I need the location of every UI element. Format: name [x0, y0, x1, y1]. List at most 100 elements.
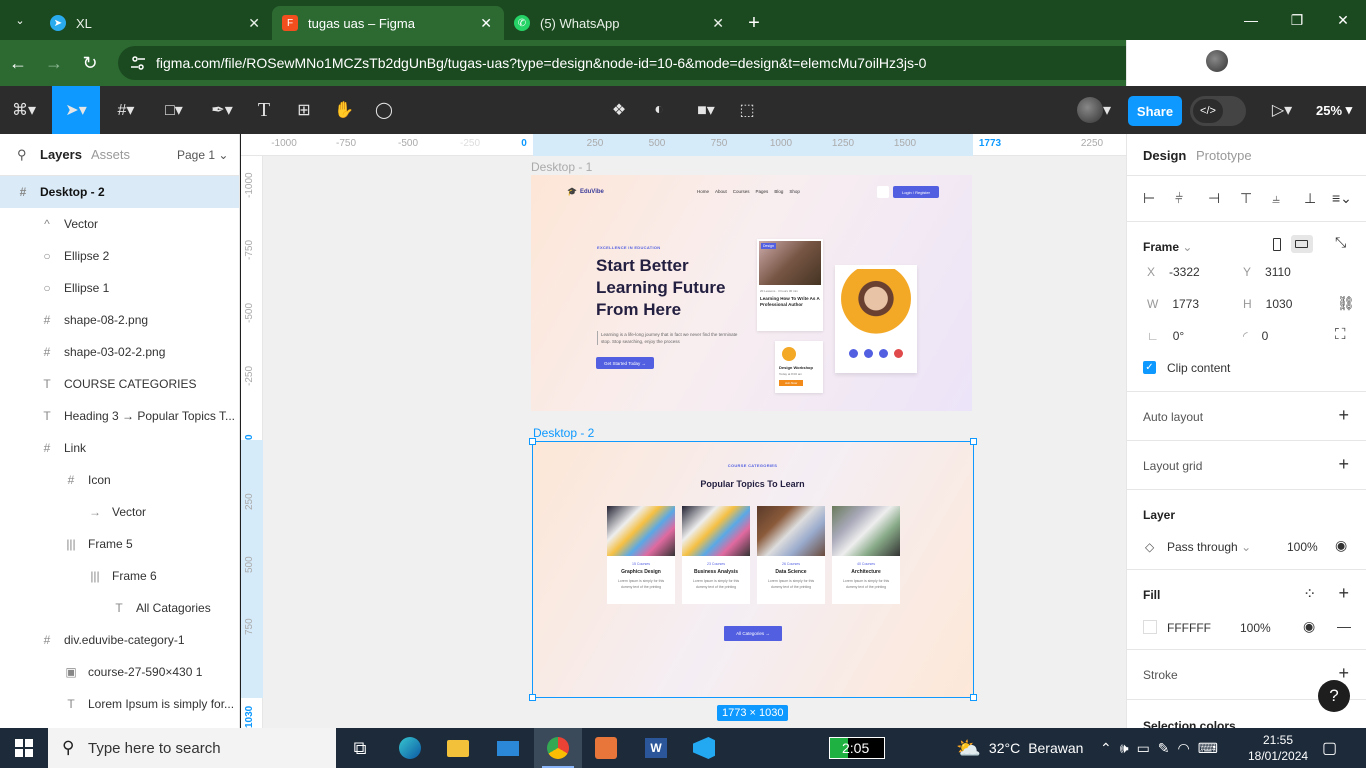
- align-bottom-icon[interactable]: ⊥: [1304, 190, 1316, 207]
- frame-desktop-1[interactable]: 🎓 EduVibe Home About Courses Pages Blog S…: [531, 175, 972, 411]
- layer-row[interactable]: ○ Ellipse 1: [0, 272, 239, 304]
- show-hidden-icons-icon[interactable]: ⌃: [1100, 740, 1112, 757]
- component-icon[interactable]: ❖: [604, 86, 634, 134]
- comment-tool-button[interactable]: ◯: [368, 86, 400, 134]
- weather-widget[interactable]: ⛅ 32°C Berawan: [956, 728, 1083, 768]
- browser-tab-figma[interactable]: F tugas uas – Figma ✕: [272, 6, 504, 40]
- layer-row[interactable]: # Icon: [0, 464, 239, 496]
- h-field[interactable]: H 1030: [1243, 297, 1292, 311]
- resize-handle[interactable]: [970, 694, 977, 701]
- back-icon[interactable]: ←: [0, 53, 36, 74]
- mail-icon[interactable]: [484, 728, 532, 768]
- tab-design[interactable]: Design: [1143, 148, 1186, 163]
- browser-tab-xl[interactable]: ➤ XL ✕: [40, 6, 272, 40]
- meet-icon[interactable]: ▭: [1137, 740, 1150, 757]
- layer-row[interactable]: # shape-08-2.png: [0, 304, 239, 336]
- menu-dots-icon[interactable]: ⋮: [1235, 53, 1271, 73]
- eye-icon[interactable]: ◉: [1335, 537, 1347, 554]
- mask-icon[interactable]: ◐: [644, 86, 674, 134]
- layer-opacity[interactable]: 100%: [1287, 540, 1318, 554]
- resize-to-fit-icon[interactable]: ⤡: [1335, 234, 1346, 251]
- resources-tool-button[interactable]: ⊞: [288, 86, 320, 134]
- align-middle-v-icon[interactable]: ⫨: [1272, 190, 1280, 207]
- frame-dropdown[interactable]: Frame ⌄: [1143, 240, 1192, 254]
- new-tab-button[interactable]: +: [736, 6, 772, 40]
- layer-row[interactable]: # Link: [0, 432, 239, 464]
- layer-row[interactable]: → Vector: [0, 496, 239, 528]
- clock[interactable]: 21:55 18/01/2024: [1248, 732, 1308, 764]
- close-window-icon[interactable]: ✕: [1320, 0, 1366, 40]
- shape-tool-button[interactable]: □▾: [152, 86, 196, 134]
- clip-content-checkbox[interactable]: ✓: [1143, 361, 1156, 374]
- crop-icon[interactable]: ⬚: [734, 86, 760, 134]
- resize-handle[interactable]: [529, 694, 536, 701]
- layer-row[interactable]: T Lorem Ipsum is simply for...: [0, 688, 239, 720]
- remove-fill-icon[interactable]: —: [1337, 618, 1351, 634]
- forward-icon[interactable]: →: [36, 53, 72, 74]
- tab-prototype[interactable]: Prototype: [1196, 148, 1252, 163]
- fill-swatch[interactable]: [1143, 620, 1157, 634]
- resize-handle[interactable]: [970, 438, 977, 445]
- word-icon[interactable]: W: [632, 728, 680, 768]
- boolean-icon[interactable]: ■▾: [686, 86, 726, 134]
- distribute-icon[interactable]: ≡⌄: [1332, 190, 1352, 207]
- file-explorer-icon[interactable]: [434, 728, 482, 768]
- fill-visibility-icon[interactable]: ◉: [1303, 618, 1315, 635]
- task-view-icon[interactable]: ⧉: [336, 728, 384, 768]
- align-top-icon[interactable]: ⊤: [1240, 190, 1252, 207]
- layer-row[interactable]: T Heading 3 → Popular Topics T...: [0, 400, 239, 432]
- volume-icon[interactable]: 🕪: [1120, 740, 1129, 757]
- pen-icon[interactable]: ✎: [1158, 740, 1170, 757]
- landscape-icon[interactable]: [1291, 235, 1313, 253]
- add-layout-grid-icon[interactable]: +: [1338, 454, 1349, 475]
- constrain-proportions-icon[interactable]: ⛓: [1337, 295, 1355, 312]
- dev-mode-toggle[interactable]: </>: [1190, 96, 1246, 126]
- taskbar-search[interactable]: ⚲ Type here to search: [48, 728, 336, 768]
- chrome-icon[interactable]: [534, 728, 582, 768]
- w-field[interactable]: W 1773: [1147, 297, 1199, 311]
- add-auto-layout-icon[interactable]: +: [1338, 405, 1349, 426]
- layer-row[interactable]: ||| Frame 5: [0, 528, 239, 560]
- layer-row[interactable]: # shape-03-02-2.png: [0, 336, 239, 368]
- vscode-icon[interactable]: [680, 728, 728, 768]
- design-canvas[interactable]: Desktop - 1 🎓 EduVibe Home About Courses …: [263, 156, 1126, 728]
- fill-opacity[interactable]: 100%: [1240, 621, 1271, 635]
- notification-icon[interactable]: ▢: [1322, 738, 1337, 758]
- corner-radius-field[interactable]: ◜ 0: [1243, 329, 1268, 343]
- text-tool-button[interactable]: T: [248, 86, 280, 134]
- layer-row[interactable]: # div.eduvibe-category-1: [0, 624, 239, 656]
- pen-tool-button[interactable]: ✒▾: [200, 86, 244, 134]
- layer-row[interactable]: ○ Ellipse 2: [0, 240, 239, 272]
- app-icon[interactable]: [582, 728, 630, 768]
- restore-icon[interactable]: ❐: [1274, 0, 1320, 40]
- tab-assets[interactable]: Assets: [91, 147, 130, 162]
- present-button[interactable]: ▷▾: [1262, 86, 1302, 134]
- close-icon[interactable]: ✕: [248, 15, 260, 32]
- battery-widget[interactable]: 2:05: [829, 737, 885, 759]
- rotation-field[interactable]: ∟ 0°: [1147, 329, 1184, 343]
- extensions-icon[interactable]: ⧉: [1127, 54, 1163, 72]
- sidebar-icon[interactable]: ▣: [1163, 53, 1199, 73]
- close-icon[interactable]: ✕: [480, 15, 492, 32]
- wifi-icon[interactable]: ◠: [1178, 740, 1190, 757]
- page-selector[interactable]: Page 1 ⌄: [177, 148, 228, 162]
- start-button[interactable]: [0, 728, 48, 768]
- layer-row[interactable]: T COURSE CATEGORIES: [0, 368, 239, 400]
- site-info-icon[interactable]: [130, 55, 146, 71]
- collaborator-avatar[interactable]: ▾: [1070, 86, 1118, 134]
- frame-label-desktop-2[interactable]: Desktop - 2: [533, 426, 594, 440]
- browser-tab-whatsapp[interactable]: ✆ (5) WhatsApp ✕: [504, 6, 736, 40]
- keyboard-icon[interactable]: ⌨: [1198, 740, 1218, 757]
- add-fill-icon[interactable]: +: [1338, 583, 1349, 604]
- move-tool-button[interactable]: ➤▾: [52, 86, 100, 134]
- tab-layers[interactable]: Layers: [40, 147, 82, 162]
- share-button[interactable]: Share: [1128, 96, 1182, 126]
- minimize-icon[interactable]: —: [1228, 0, 1274, 40]
- independent-corners-icon[interactable]: ⛶: [1335, 326, 1346, 343]
- frame-tool-button[interactable]: #▾: [104, 86, 148, 134]
- layer-row[interactable]: ▣ course-27-590×430 1: [0, 656, 239, 688]
- main-menu-button[interactable]: ⌘▾: [0, 86, 48, 134]
- edge-icon[interactable]: [386, 728, 434, 768]
- reload-icon[interactable]: ↻: [72, 53, 108, 74]
- search-icon[interactable]: ⚲: [17, 147, 27, 163]
